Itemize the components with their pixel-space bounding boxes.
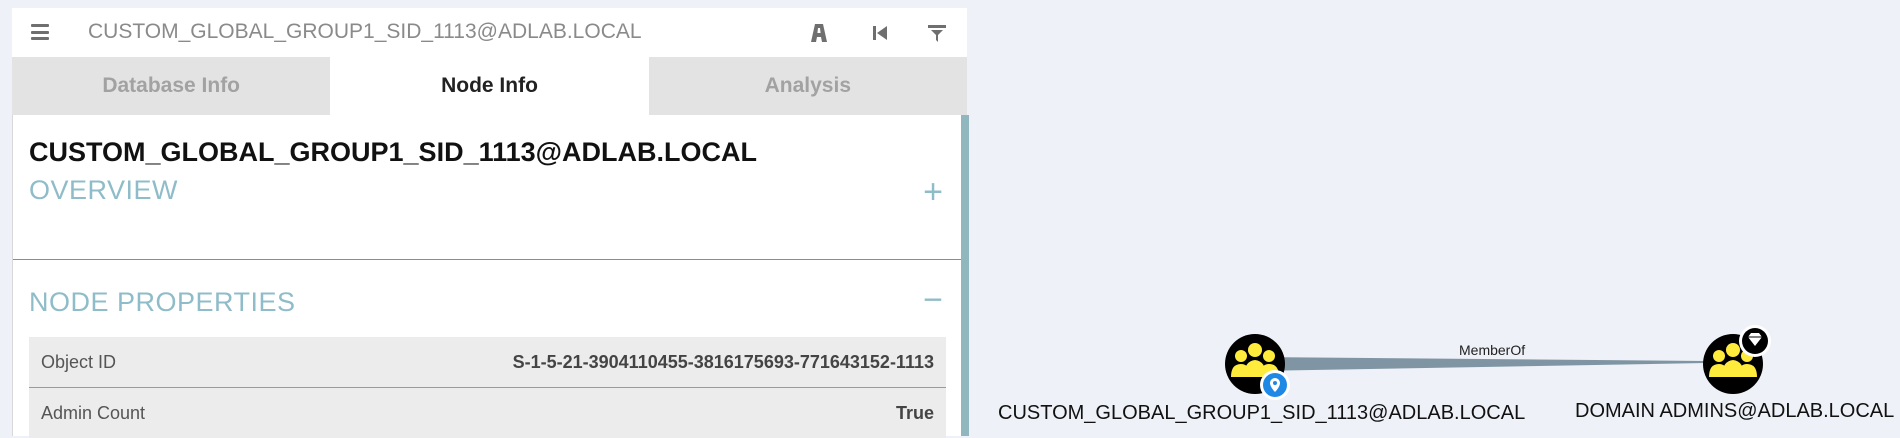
start-location-icon — [1260, 370, 1290, 400]
target-node-label: DOMAIN ADMINS@ADLAB.LOCAL — [1575, 400, 1895, 422]
target-group-node[interactable] — [1703, 325, 1771, 394]
source-node-label: CUSTOM_GLOBAL_GROUP1_SID_1113@ADLAB.LOCA… — [998, 402, 1526, 424]
graph-canvas: MemberOf CUSTOM_GLOBAL_GROUP1_SID_1113@A… — [0, 0, 1900, 436]
memberof-edge[interactable] — [1258, 357, 1706, 371]
graph-svg — [1225, 325, 1771, 400]
edge-label: MemberOf — [1459, 342, 1526, 358]
high-value-diamond-icon — [1739, 325, 1771, 357]
source-group-node[interactable] — [1225, 334, 1290, 400]
